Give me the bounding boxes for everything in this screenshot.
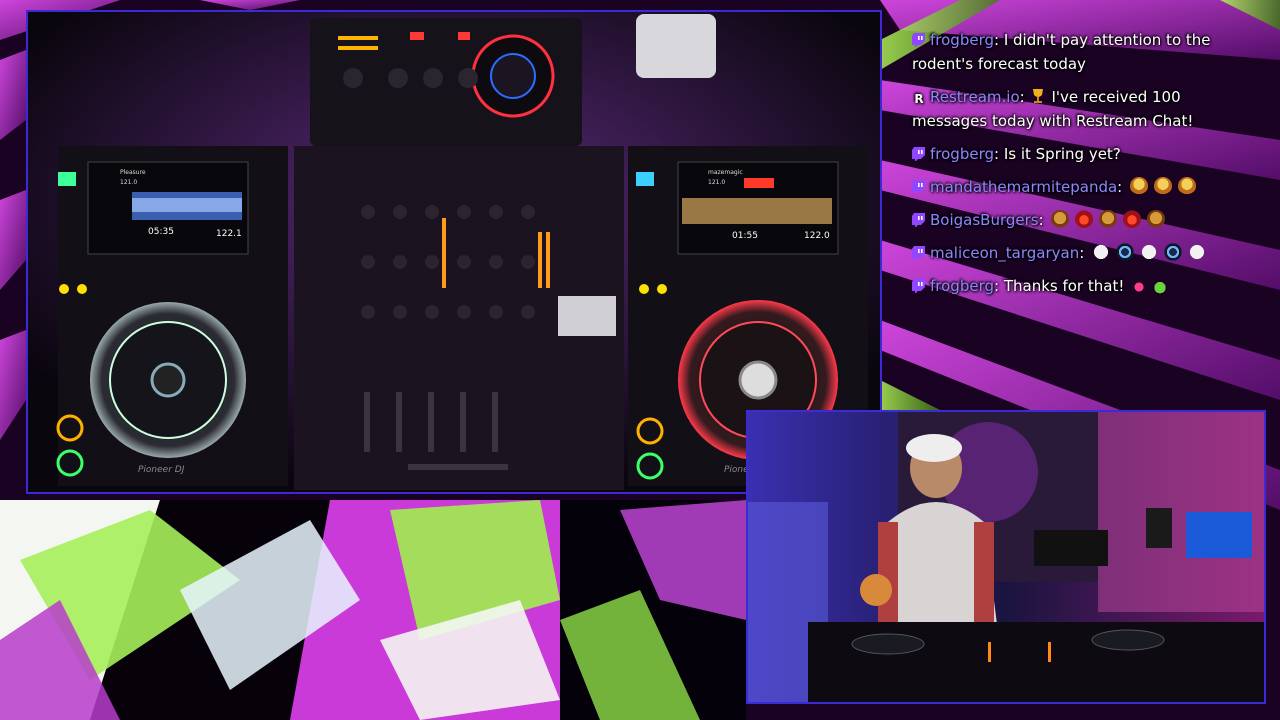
chat-message: frogberg: I didn't pay attention to the … xyxy=(912,31,1211,73)
restream-icon: R xyxy=(914,92,924,106)
burger-emote xyxy=(1099,210,1118,228)
trophy-emote xyxy=(1033,89,1044,103)
left-deck-track-label: Pleasure xyxy=(120,169,146,176)
twitch-icon xyxy=(912,213,925,227)
ring-emote xyxy=(1164,243,1183,261)
twitch-icon xyxy=(912,180,925,194)
chat-overlay: frogberg: I didn't pay attention to the … xyxy=(912,28,1252,307)
chat-username: mandathemarmitepanda xyxy=(930,178,1118,196)
burger-emote xyxy=(1147,210,1166,228)
pink-heart-emote xyxy=(1132,280,1147,294)
chat-text: Thanks for that! xyxy=(1003,277,1125,295)
twitch-icon xyxy=(912,33,925,47)
left-deck-tempo: 122.1 xyxy=(216,229,242,239)
burger-emote xyxy=(1051,210,1070,228)
streamer-webcam xyxy=(746,410,1266,704)
chat-message: BoigasBurgers: xyxy=(912,208,1252,232)
chat-username: frogberg xyxy=(930,277,994,295)
right-deck-tempo: 122.0 xyxy=(804,231,830,241)
left-deck-brand: Pioneer DJ xyxy=(138,465,185,475)
chat-message: frogberg: Is it Spring yet? xyxy=(912,142,1252,166)
chat-message: maliceon_targaryan: xyxy=(912,241,1252,265)
chat-message: mandathemarmitepanda: xyxy=(912,175,1252,199)
chat-username: frogberg xyxy=(930,31,994,49)
frog-emote xyxy=(1152,278,1169,294)
heart-emote xyxy=(1140,243,1159,261)
chat-username: BoigasBurgers xyxy=(930,211,1039,229)
fire-emote xyxy=(1123,210,1142,228)
chat-username: Restream.io xyxy=(930,88,1020,106)
ring-emote xyxy=(1116,243,1135,261)
chat-username: maliceon_targaryan xyxy=(930,244,1080,262)
chat-message: R Restream.io: I've received 100 messages… xyxy=(912,88,1194,130)
twitch-icon xyxy=(912,246,925,260)
left-deck-time: 05:35 xyxy=(148,227,174,237)
twitch-icon xyxy=(912,147,925,161)
panda-emote xyxy=(1130,177,1148,195)
chat-username: frogberg xyxy=(930,145,994,163)
fire-emote xyxy=(1075,210,1094,228)
twitch-icon xyxy=(912,279,925,293)
left-deck-bpm: 121.0 xyxy=(120,179,137,186)
panda-emote xyxy=(1178,177,1196,195)
right-deck-track-label: mazemagic xyxy=(708,169,743,176)
chat-message: frogberg: Thanks for that! xyxy=(912,274,1252,298)
panda-emote xyxy=(1154,177,1172,195)
right-deck-bpm: 121.0 xyxy=(708,179,725,186)
heart-emote xyxy=(1188,243,1207,261)
heart-emote xyxy=(1092,243,1111,261)
chat-text: Is it Spring yet? xyxy=(1003,145,1121,163)
right-deck-time: 01:55 xyxy=(732,231,758,241)
